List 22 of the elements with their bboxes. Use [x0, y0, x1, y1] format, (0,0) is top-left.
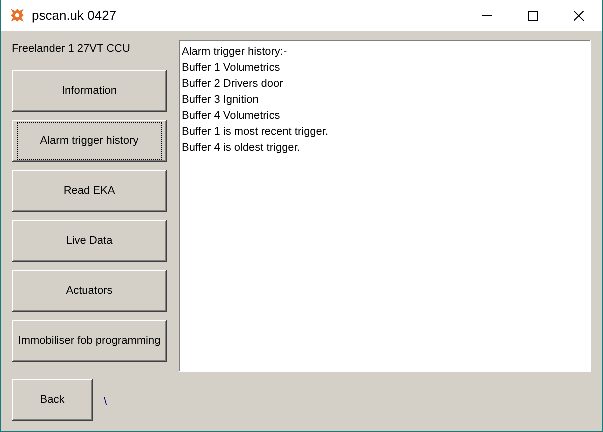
menu-button[interactable]: Live Data — [12, 220, 167, 262]
output-line: Buffer 3 Ignition — [182, 93, 260, 108]
close-icon — [574, 10, 584, 20]
menu-button[interactable]: Immobiliser fob programming — [12, 320, 167, 362]
menu-button[interactable]: Actuators — [12, 270, 167, 312]
output-line: Buffer 4 Volumetrics — [182, 109, 282, 124]
back-button[interactable]: Back — [12, 379, 93, 421]
output-line: Buffer 1 is most recent trigger. — [182, 125, 330, 140]
maximize-icon — [528, 10, 538, 20]
app-logo-icon — [9, 7, 26, 24]
output-text-area[interactable]: Alarm trigger history:- Buffer 1 Volumetrics Buffer 2 Drivers door Buffer 3 Ignition Buffer 4 Volumetrics Buffer 1 is most recent trigger. Buffer 4 is oldest trigger. — [179, 40, 591, 372]
output-line: Alarm trigger history:- — [182, 45, 288, 60]
output-line: Buffer 1 Volumetrics — [182, 61, 282, 76]
status-text: \ — [104, 394, 108, 410]
menu-button[interactable]: Read EKA — [12, 170, 167, 212]
window-title: pscan.uk 0427 — [32, 6, 117, 25]
output-line: Buffer 4 is oldest trigger. — [182, 141, 302, 156]
minimize-icon — [482, 15, 492, 16]
menu-button[interactable]: Information — [12, 70, 167, 112]
vehicle-label: Freelander 1 27VT CCU — [12, 42, 132, 57]
menu-button[interactable]: Alarm trigger history — [12, 120, 167, 162]
output-line: Buffer 2 Drivers door — [182, 77, 284, 92]
